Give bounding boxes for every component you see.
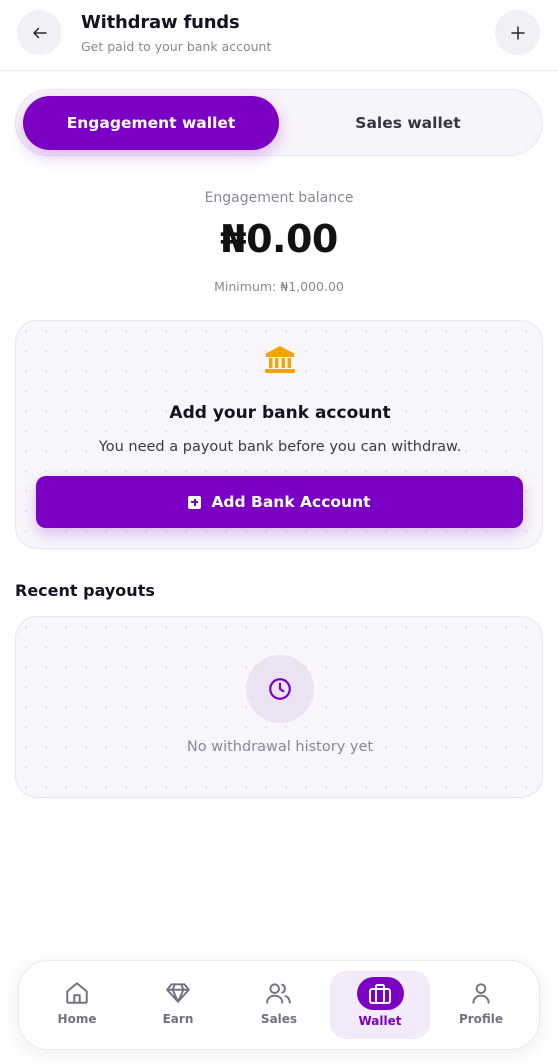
balance-label: Engagement balance: [204, 190, 354, 206]
wallet-icon: [369, 983, 391, 1004]
bottom-nav: Home Earn Sales Wallet Profile: [18, 960, 540, 1050]
diamond-icon: [166, 983, 190, 1003]
nav-item-home[interactable]: Home: [27, 971, 127, 1039]
tab-sales-wallet[interactable]: Sales wallet: [280, 96, 536, 150]
nav-label-earn: Earn: [162, 1012, 194, 1026]
nav-item-sales[interactable]: Sales: [229, 971, 329, 1039]
plus-square-icon: [188, 495, 202, 509]
bank-icon: [265, 346, 295, 373]
nav-label-wallet: Wallet: [358, 1014, 402, 1028]
tab-engagement-wallet[interactable]: Engagement wallet: [23, 96, 279, 150]
add-button[interactable]: [495, 10, 540, 55]
recent-payouts-card: No withdrawal history yet: [15, 616, 543, 798]
add-bank-account-label: Add Bank Account: [211, 493, 371, 511]
app-header: Withdraw funds Get paid to your bank acc…: [0, 0, 558, 71]
users-icon: [266, 983, 291, 1004]
arrow-left-icon: [32, 27, 47, 38]
nav-label-home: Home: [57, 1012, 97, 1026]
balance-minimum: Minimum: ₦1,000.00: [214, 279, 344, 294]
add-bank-account-button[interactable]: Add Bank Account: [36, 476, 523, 528]
bank-account-card: Add your bank account You need a payout …: [15, 320, 543, 549]
wallet-toggle: Engagement wallet Sales wallet: [15, 89, 543, 156]
home-icon: [66, 982, 88, 1004]
recent-payouts-title: Recent payouts: [15, 581, 155, 600]
empty-payouts-text: No withdrawal history yet: [186, 739, 374, 755]
nav-label-profile: Profile: [458, 1012, 504, 1026]
nav-item-profile[interactable]: Profile: [431, 971, 531, 1039]
user-icon: [472, 983, 490, 1004]
nav-item-earn[interactable]: Earn: [128, 971, 228, 1039]
back-button[interactable]: [17, 10, 62, 55]
page-subtitle: Get paid to your bank account: [81, 39, 272, 54]
page-title: Withdraw funds: [81, 12, 240, 33]
nav-item-wallet[interactable]: Wallet: [330, 971, 430, 1039]
wallet-pill: [356, 977, 404, 1010]
plus-icon: [510, 25, 525, 40]
nav-label-sales: Sales: [260, 1012, 298, 1026]
clock-icon: [269, 678, 291, 700]
bank-card-title: Add your bank account: [169, 403, 391, 423]
clock-badge: [246, 655, 314, 723]
bank-card-description: You need a payout bank before you can wi…: [98, 439, 462, 455]
balance-amount: ₦0.00: [220, 217, 338, 261]
